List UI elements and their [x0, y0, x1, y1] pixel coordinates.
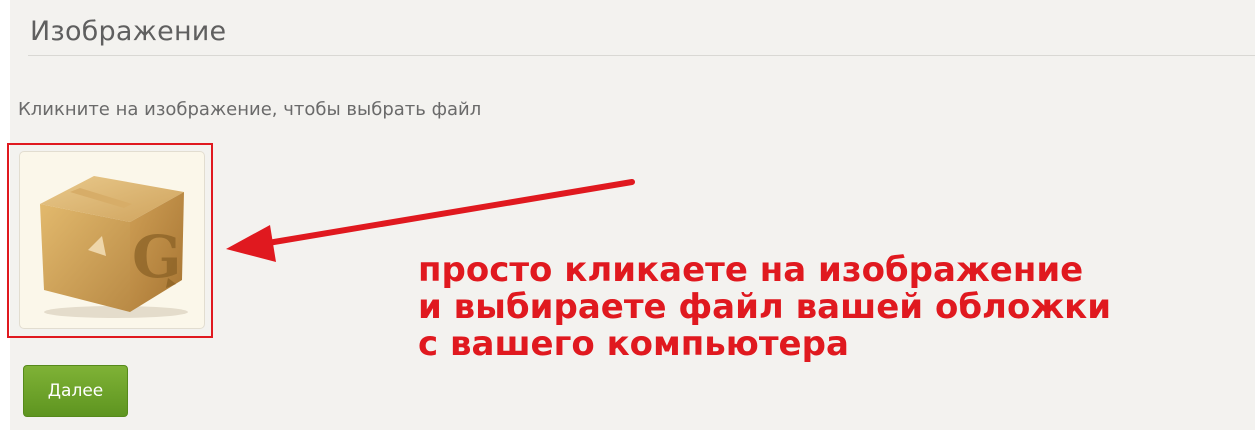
annotation-line: и выбираете файл вашей обложки	[418, 287, 1112, 327]
annotation-line: просто кликаете на изображение	[418, 250, 1084, 290]
instruction-annotation: просто кликаете на изображение и выбирае…	[418, 252, 1111, 363]
annotation-line: с вашего компьютера	[418, 324, 849, 364]
red-arrow-icon	[226, 179, 635, 262]
next-button[interactable]: Далее	[23, 365, 128, 417]
